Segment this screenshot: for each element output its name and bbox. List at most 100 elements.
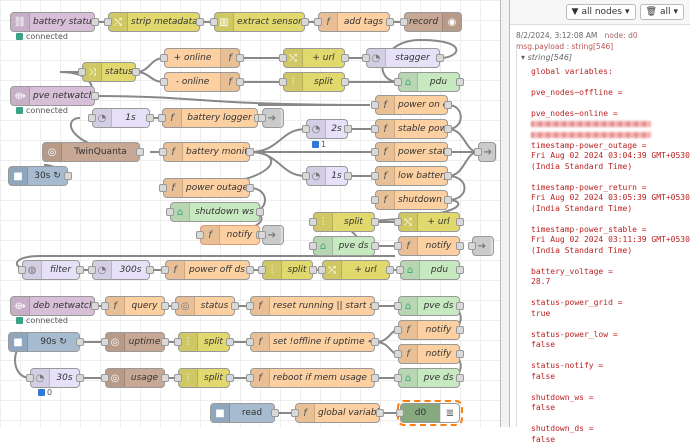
payload-line xyxy=(531,319,685,330)
payload-line: battery_voltage = xyxy=(531,267,685,278)
payload-line: shutdown_ds = xyxy=(531,424,685,435)
reset-running-node[interactable]: freset running || start stopped xyxy=(250,296,375,316)
sidebar-divider[interactable] xyxy=(500,0,510,427)
payload-line xyxy=(531,130,685,141)
online-minus-node[interactable]: - onlinef xyxy=(164,72,240,92)
filter-all-dropdown[interactable]: 🗑all▾ xyxy=(640,4,685,20)
global-variables-node[interactable]: fglobal variables xyxy=(295,403,380,423)
payload-line: false xyxy=(531,340,685,351)
reboot-node[interactable]: freboot if mem usage > 99% xyxy=(250,368,375,388)
pdu-node[interactable]: ⌂pdu xyxy=(398,72,460,92)
connected-icon xyxy=(16,317,23,324)
pve-ds-node[interactable]: ⌂pve ds xyxy=(313,236,375,256)
battery-logger-node[interactable]: fbattery logger xyxy=(162,108,258,128)
inject-30s-node[interactable]: ■30s ↻ xyxy=(8,166,68,186)
notify-node-2[interactable]: fnotify xyxy=(398,236,460,256)
shutdown-ds-node[interactable]: fshutdown ds xyxy=(375,190,448,210)
stable-power-node[interactable]: fstable power xyxy=(375,119,448,139)
low-battery-node[interactable]: flow battery xyxy=(375,166,448,186)
pve-netwatch-node[interactable]: ⟴pve netwatch xyxy=(10,86,95,106)
delay-1s-node[interactable]: ◔1s xyxy=(92,108,150,128)
payload-line xyxy=(531,256,685,267)
url-change-node[interactable]: ⤭+ url xyxy=(283,48,345,68)
shutdown-ws-node[interactable]: ⌂shutdown ws xyxy=(170,202,260,222)
link-out-node-2[interactable]: ➔ xyxy=(478,142,496,162)
inject-button-icon[interactable]: ■ xyxy=(211,404,230,422)
payload-line: timestamp-power_outage = xyxy=(531,141,685,152)
payload-line: pve_nodes~offline = xyxy=(531,88,685,99)
battery-status-node[interactable]: ⛓battery status xyxy=(10,12,95,32)
pve-ds-node-2[interactable]: ⌂pve ds xyxy=(398,296,460,316)
message-node[interactable]: node: d0 xyxy=(605,31,638,40)
online-plus-node[interactable]: + onlinef xyxy=(164,48,240,68)
delay-2s-node[interactable]: ◔2s xyxy=(306,119,348,139)
split-node-2[interactable]: ⫶split xyxy=(313,212,375,232)
read-inject-node[interactable]: ■read xyxy=(210,403,275,423)
battery-status-state: connected xyxy=(16,32,68,41)
payload-line: Fri Aug 02 2024 03:11:39 GMT+0530 xyxy=(531,235,685,246)
payload-line: shutdown_ws = xyxy=(531,393,685,404)
filter-node[interactable]: ◍filter xyxy=(22,260,80,280)
payload-line: timestamp-power_return = xyxy=(531,183,685,194)
strip-metadata-node[interactable]: ⤭strip metadata xyxy=(108,12,200,32)
link-out-node-3[interactable]: ➔ xyxy=(262,225,284,245)
payload-content: global variables: pve_nodes~offline = pv… xyxy=(517,65,685,445)
split-node-3[interactable]: ⫶split xyxy=(262,260,313,280)
delay-300s-node[interactable]: ◔300s xyxy=(92,260,150,280)
payload-line: timestamp-power_stable = xyxy=(531,225,685,236)
notify-node-4[interactable]: fnotify xyxy=(398,344,460,364)
status-exec-node[interactable]: ◎status xyxy=(175,296,235,316)
power-on-ds-node[interactable]: fpower on ds xyxy=(375,95,448,115)
link-out-node-4[interactable]: ➔ xyxy=(472,236,494,256)
delay-30s-node[interactable]: ◔30s xyxy=(30,368,80,388)
link-out-node[interactable]: ➔ xyxy=(262,108,284,128)
notify-node-3[interactable]: fnotify xyxy=(398,320,460,340)
payload-line xyxy=(531,288,685,299)
notify-node[interactable]: fnotify xyxy=(200,225,260,245)
delay-1s-b-node[interactable]: ◔1s xyxy=(306,166,348,186)
payload-line xyxy=(531,78,685,89)
inject-90s-node[interactable]: ■90s ↻ xyxy=(8,332,80,352)
url-change-node-2[interactable]: ⤭+ url xyxy=(398,212,460,232)
stagger-node[interactable]: ◔stagger xyxy=(366,48,440,68)
split-node-4[interactable]: ⫶split xyxy=(178,332,230,352)
split-node[interactable]: ⫶split xyxy=(283,72,345,92)
extract-sensor-node[interactable]: ▥extract sensor xyxy=(214,12,305,32)
url-change-node-3[interactable]: ⤭+ url xyxy=(322,260,390,280)
usage-node[interactable]: ◎usage xyxy=(105,368,165,388)
string-toggle[interactable]: ▾ string[546] xyxy=(517,50,685,65)
pve-ds-node-3[interactable]: ⌂pve ds xyxy=(398,368,460,388)
pdu-node-2[interactable]: ⌂pdu xyxy=(400,260,460,280)
deb-netwatch-node[interactable]: ⟴deb netwatch xyxy=(10,296,95,316)
payload-line xyxy=(531,99,685,110)
record-node[interactable]: record◉ xyxy=(404,12,462,32)
payload-line xyxy=(531,214,685,225)
pve-netwatch-state: connected xyxy=(16,106,68,115)
status-switch-node[interactable]: ⤨status xyxy=(82,62,136,82)
flow-canvas[interactable]: ⛓battery status connected ⤭strip metadat… xyxy=(0,0,500,427)
power-off-ds-node[interactable]: fpower off ds xyxy=(165,260,250,280)
power-outage-node[interactable]: fpower outage xyxy=(163,178,250,198)
battery-monitor-node[interactable]: fbattery monitor xyxy=(163,142,250,162)
payload-line xyxy=(531,120,685,131)
uptime-node[interactable]: ◎uptime xyxy=(105,332,165,352)
twinquanta-node[interactable]: ◎TwinQuanta xyxy=(42,142,140,162)
payload-line: true xyxy=(531,309,685,320)
payload-line: (India Standard Time) xyxy=(531,162,685,173)
query-node[interactable]: fquery xyxy=(105,296,165,316)
filter-nodes-dropdown[interactable]: ▼all nodes▾ xyxy=(566,4,636,20)
split-node-5[interactable]: ⫶split xyxy=(178,368,230,388)
payload-line: pve_nodes~online = xyxy=(531,109,685,120)
add-tags-node[interactable]: fadd tags xyxy=(318,12,390,32)
power-status-node[interactable]: fpower status xyxy=(375,142,448,162)
filter-icon: ▼ xyxy=(572,7,579,17)
queue-icon xyxy=(312,141,319,148)
set-offline-node[interactable]: fset !offline if uptime < 181s xyxy=(250,332,375,352)
redacted-text xyxy=(531,121,651,127)
payload-line xyxy=(531,172,685,183)
d0-debug-node[interactable]: d0≣ xyxy=(400,403,460,423)
inject-button-icon[interactable]: ■ xyxy=(9,333,28,351)
inject-button-icon[interactable]: ■ xyxy=(9,167,28,185)
payload-line xyxy=(531,351,685,362)
queue-badge: 1 xyxy=(312,140,326,149)
